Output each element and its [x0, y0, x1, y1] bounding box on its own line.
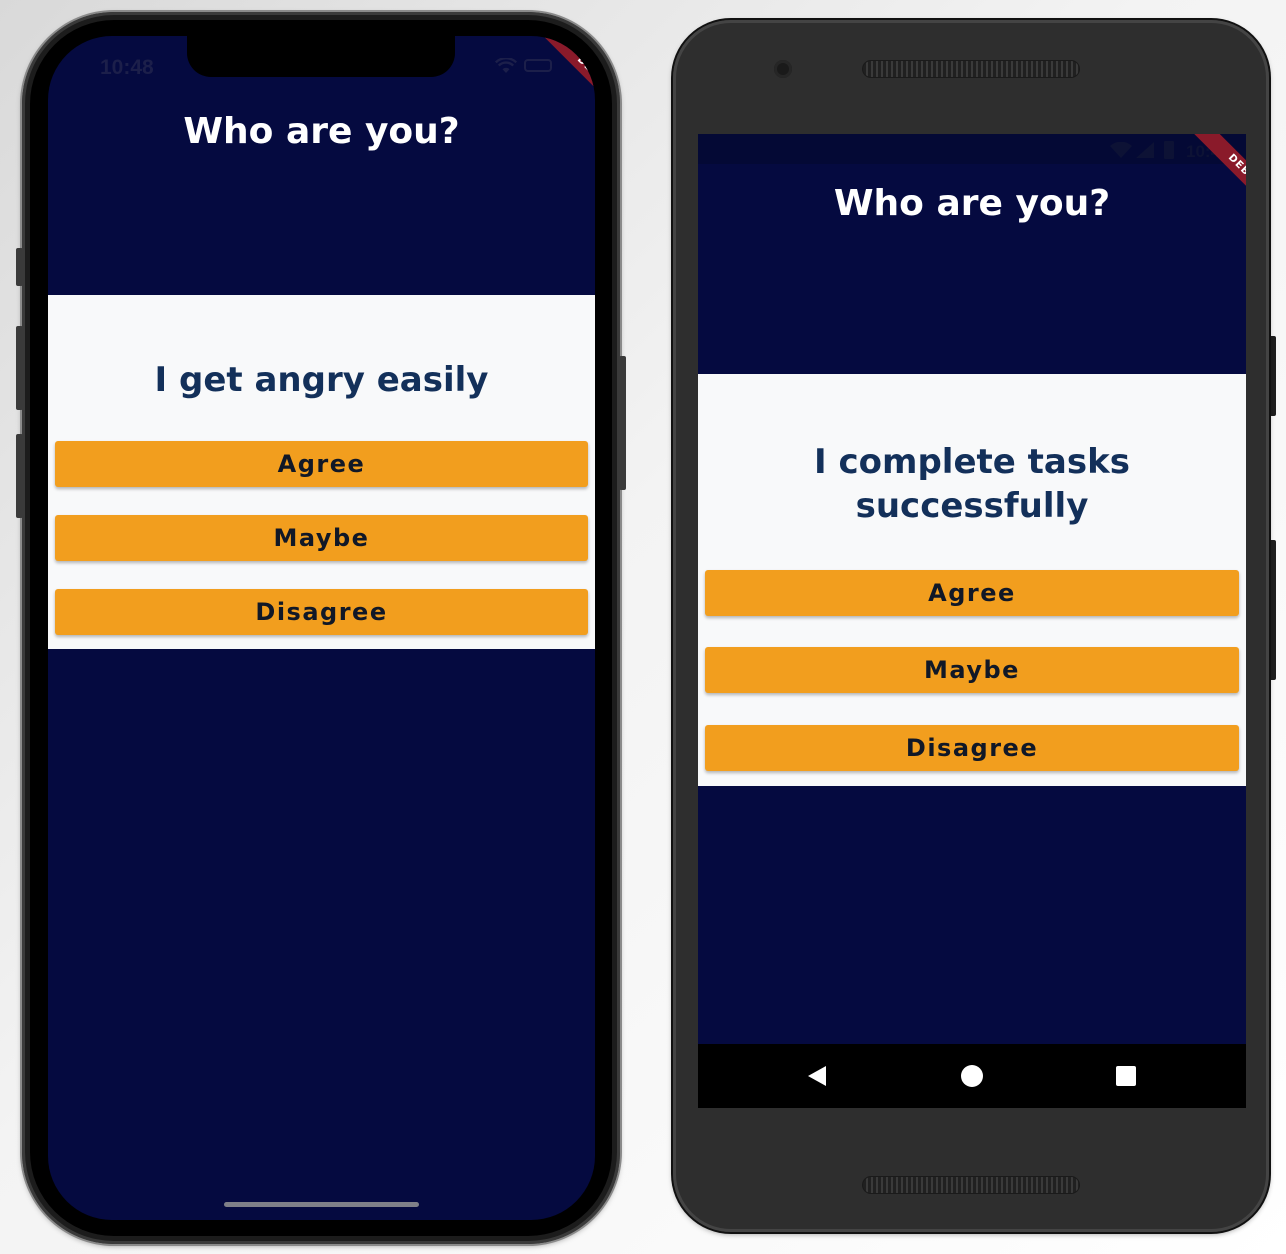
front-camera: [774, 60, 792, 78]
disagree-button[interactable]: Disagree: [55, 589, 588, 635]
top-speaker: [862, 60, 1080, 78]
back-icon[interactable]: [808, 1066, 826, 1086]
question-text: I get angry easily: [154, 360, 489, 400]
bottom-speaker: [862, 1176, 1080, 1194]
android-volume-rocker: [1268, 540, 1276, 680]
android-screen: [698, 134, 1246, 1108]
android-power-button: [1268, 336, 1276, 416]
iphone-notch: [187, 36, 455, 77]
disagree-button[interactable]: Disagree: [705, 725, 1239, 771]
iphone-volume-up-button: [16, 326, 23, 410]
page-title: Who are you?: [833, 183, 1111, 224]
question-text: I complete tasks successfully: [814, 442, 1130, 526]
iphone-power-button: [619, 356, 626, 490]
wifi-icon: [1110, 142, 1132, 158]
page-title: Who are you?: [183, 111, 460, 152]
maybe-button[interactable]: Maybe: [55, 515, 588, 561]
agree-button[interactable]: Agree: [55, 441, 588, 487]
home-icon[interactable]: [961, 1065, 983, 1087]
home-indicator[interactable]: [224, 1202, 419, 1207]
agree-button[interactable]: Agree: [705, 570, 1239, 616]
iphone-silent-switch: [16, 248, 23, 286]
recents-icon[interactable]: [1116, 1066, 1136, 1086]
iphone-volume-down-button: [16, 434, 23, 518]
maybe-button[interactable]: Maybe: [705, 647, 1239, 693]
status-time: 10:48: [100, 56, 154, 79]
